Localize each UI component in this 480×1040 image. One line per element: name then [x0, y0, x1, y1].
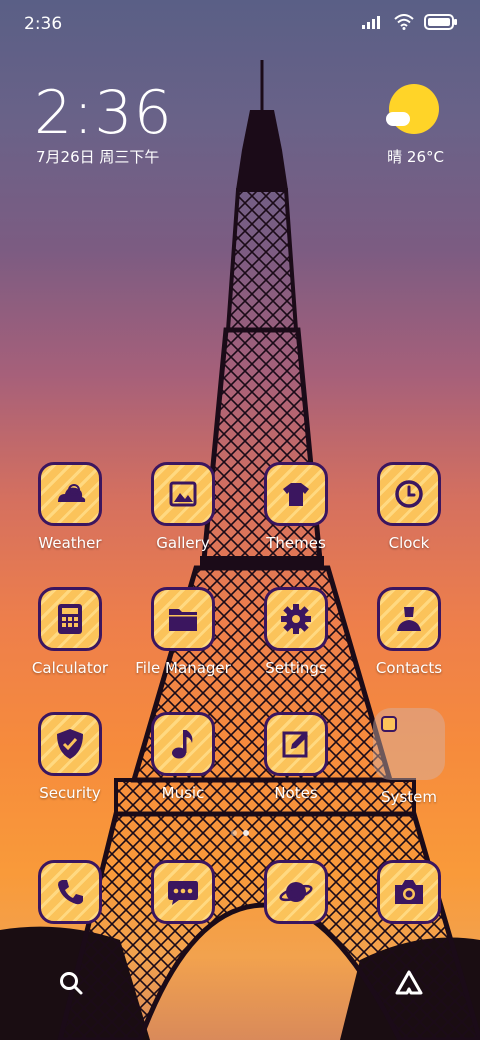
app-label: File Manager: [135, 659, 231, 677]
app-label: Music: [161, 784, 205, 802]
weather-icon: [58, 484, 86, 502]
signal-icon: [362, 16, 380, 29]
page-dot-active: [243, 830, 249, 836]
clock-widget-time[interactable]: 2:36: [34, 78, 173, 148]
app-label: Gallery: [156, 534, 210, 552]
app-label: Contacts: [375, 659, 443, 677]
app-label: Settings: [265, 659, 327, 677]
camera-icon: [395, 880, 423, 904]
app-label: Themes: [266, 534, 326, 552]
wifi-icon: [394, 14, 414, 30]
app-folder-system[interactable]: System: [353, 708, 465, 806]
app-notes[interactable]: Notes: [240, 712, 352, 802]
app-gallery[interactable]: Gallery: [127, 462, 239, 552]
app-themes[interactable]: Themes: [240, 462, 352, 552]
assistant-icon[interactable]: [392, 966, 426, 1000]
app-weather[interactable]: Weather: [14, 462, 126, 552]
shield-icon: [57, 729, 83, 759]
themes-icon: [283, 483, 309, 506]
app-label: Clock: [388, 534, 430, 552]
app-label: Notes: [274, 784, 318, 802]
app-contacts[interactable]: Contacts: [353, 587, 465, 677]
app-calculator[interactable]: Calculator: [14, 587, 126, 677]
page-indicator: [0, 830, 480, 836]
app-settings[interactable]: Settings: [240, 587, 352, 677]
battery-icon: [424, 14, 457, 30]
search-icon[interactable]: [54, 966, 88, 1000]
app-label: Weather: [38, 534, 102, 552]
app-label: Calculator: [31, 659, 109, 677]
app-music[interactable]: Music: [127, 712, 239, 802]
app-clock[interactable]: Clock: [353, 462, 465, 552]
messages-icon: [168, 881, 198, 905]
app-label: Security: [39, 784, 101, 802]
dock-phone[interactable]: [14, 860, 126, 924]
folder-icon: [373, 708, 445, 780]
sunny-partly-cloudy-icon[interactable]: [384, 84, 444, 144]
status-bar: 2:36: [0, 0, 480, 50]
folder-icon: [169, 609, 197, 631]
gallery-icon: [169, 481, 197, 507]
clock-widget-date: 7月26日 周三下午: [36, 148, 160, 166]
browser-icon: [279, 882, 313, 902]
calculator-icon: [58, 604, 82, 634]
weather-widget-text: 晴 26°C: [387, 148, 444, 166]
app-security[interactable]: Security: [14, 712, 126, 802]
music-note-icon: [172, 730, 193, 759]
dock-messages[interactable]: [127, 860, 239, 924]
app-file-manager[interactable]: File Manager: [127, 587, 239, 677]
gear-icon: [281, 604, 311, 634]
contacts-icon: [397, 607, 421, 631]
status-time: 2:36: [24, 14, 63, 34]
dock-camera[interactable]: [353, 860, 465, 924]
notes-icon: [282, 731, 308, 758]
phone-icon: [58, 880, 83, 905]
clock-icon: [395, 480, 423, 508]
page-dot: [231, 830, 237, 836]
dock-browser[interactable]: [240, 860, 352, 924]
app-label: System: [381, 788, 437, 806]
